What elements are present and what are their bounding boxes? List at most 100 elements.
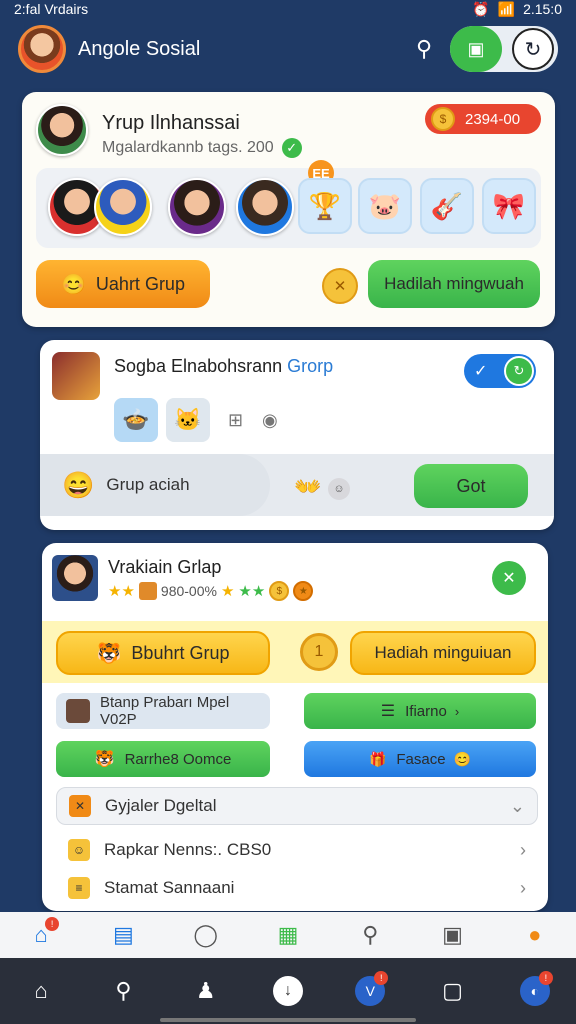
group-avatar[interactable]	[36, 104, 88, 156]
join-group-button[interactable]: 😊 Uahrt Grup	[36, 260, 210, 308]
village-card: Vrakiain Grlap ★★ 980-00% ★ ★★ $ ★ ✕ 🐯 B…	[42, 543, 548, 911]
chest-title: Sogba Elnabohsrann Grorp	[114, 356, 333, 377]
reward-coin-icon: 1	[300, 633, 338, 671]
group-avatar-wrap	[36, 104, 88, 156]
star-icon: ★★	[108, 583, 135, 600]
chest-toggle[interactable]: ✓ ↻	[464, 354, 536, 388]
nav-app[interactable]: V !	[350, 971, 390, 1011]
village-avatar[interactable]	[52, 555, 98, 601]
weekly-reward-label-2: Hadiah minguiuan	[374, 643, 512, 662]
event-row[interactable]: Btanp Prabarı Mpel V02P	[56, 693, 270, 729]
share-icon[interactable]: ✕	[492, 561, 526, 595]
trophy-icon[interactable]: 🏆	[298, 178, 352, 234]
piggy-bank-icon[interactable]: 🐷	[358, 178, 412, 234]
document-icon: ▤	[113, 922, 134, 947]
status-left: 2:fal Vrdairs	[14, 1, 89, 17]
cat-icon[interactable]: 🐱	[166, 398, 210, 442]
member-strip: EE 🏆 🐷 🎸 🎀	[36, 160, 541, 248]
chest-title-accent: Grorp	[287, 356, 334, 376]
notification-badge: !	[538, 971, 553, 985]
nav-home[interactable]: ⌂	[21, 971, 61, 1011]
chest-title-main: Sogba Elnabohsrann	[114, 356, 283, 376]
notification-badge: !	[45, 917, 60, 931]
tab-chat[interactable]: ◯	[186, 917, 226, 953]
verified-icon: ✓	[281, 138, 302, 158]
join-village-button[interactable]: 🐯 Bbuhrt Grup	[56, 631, 270, 675]
smile-icon: 😊	[61, 273, 86, 296]
square-icon: ▢	[442, 978, 463, 1003]
apps-icon: ▦	[277, 922, 299, 947]
wifi-icon: 📶	[497, 0, 516, 17]
mode-toggle[interactable]: ▣ ↻	[450, 26, 558, 72]
tab-media[interactable]: ▣	[433, 917, 473, 953]
tab-profile[interactable]: ●	[515, 917, 555, 953]
star-green-icon: ★★	[238, 583, 266, 600]
refresh-icon: ↻	[512, 28, 554, 70]
challenge-button[interactable]: 🐯 Rarrhe8 Oomce	[56, 741, 270, 777]
chest-icon	[52, 352, 100, 400]
chat-icon: ◯	[193, 922, 219, 947]
badge-icon	[138, 582, 157, 600]
pot-icon[interactable]: 🍲	[114, 398, 158, 442]
home-icon: ⌂	[34, 978, 48, 1003]
nav-square[interactable]: ▢	[433, 971, 473, 1011]
tiger-icon: 🐯	[94, 751, 115, 768]
member-avatar[interactable]	[236, 178, 294, 236]
person-icon: ♟	[195, 978, 216, 1003]
nav-search[interactable]: ⚲	[103, 971, 143, 1011]
tab-apps[interactable]: ▦	[268, 917, 308, 953]
group-action-pill[interactable]: 😄 Grup aciah	[40, 454, 270, 516]
profile-avatar[interactable]	[18, 25, 66, 73]
list-row[interactable]: ≡ Stamat Sannaani ›	[56, 869, 538, 907]
list-row[interactable]: ☺ Rapkar Nenns:. CBS0 ›	[56, 831, 538, 869]
smiley-icon: 😊	[453, 750, 472, 767]
arrow-right-icon: ›	[454, 703, 460, 719]
event-row-label: Btanp Prabarı Mpel V02P	[99, 694, 230, 728]
list-icon: ≡	[68, 877, 90, 899]
go-button[interactable]: Got	[414, 464, 528, 508]
calculator-icon[interactable]: ⊞	[228, 410, 243, 431]
app-title: Angole Sosial	[78, 37, 201, 60]
group-title: Yrup Ilnhanssai	[102, 112, 240, 134]
search-icon[interactable]: ⚲	[406, 36, 442, 62]
coin-value: 2394-00	[465, 110, 521, 128]
member-avatar[interactable]	[168, 178, 226, 236]
challenge-button-label: Rarrhe8 Oomce	[124, 750, 232, 768]
info-button[interactable]: ☰ Ifiarno ›	[304, 693, 536, 729]
smiley-icon: ☺	[328, 478, 350, 500]
ribbon-icon[interactable]: 🎀	[482, 178, 536, 234]
guitar-icon[interactable]: 🎸	[420, 178, 474, 234]
member-avatar[interactable]	[94, 178, 152, 236]
home-indicator[interactable]	[160, 1018, 416, 1022]
nav-person[interactable]: ♟	[186, 971, 226, 1011]
group-subtitle: Mgalardkannb tags. 200	[102, 139, 274, 156]
tab-search[interactable]: ⚲	[350, 917, 390, 953]
search-icon: ⚲	[362, 922, 379, 947]
coin-balance-pill[interactable]: $ 2394-00	[425, 104, 541, 134]
rating-row: ★★ 980-00% ★ ★★ $ ★	[108, 581, 314, 601]
coin-icon: $	[431, 107, 455, 131]
portrait-icon	[66, 699, 90, 723]
trophy-icon: ☺	[68, 839, 90, 861]
list-row-dropdown[interactable]: ✕ Gyjaler Dgeltal ⌄	[56, 787, 538, 825]
weekly-reward-button[interactable]: Hadilah mingwuah	[368, 260, 540, 308]
tool-icon: ✕	[69, 795, 91, 817]
nav-world[interactable]: ◐ !	[515, 971, 555, 1011]
nav-download[interactable]: ↓	[268, 971, 308, 1011]
coin-icon: $	[269, 581, 290, 601]
face-button[interactable]: 🎁 Fasace 😊	[304, 741, 536, 777]
alarm-icon: ⏰	[472, 0, 490, 17]
medal-icon: ★	[293, 581, 314, 601]
system-nav-bar: ⌂ ⚲ ♟ ↓ V ! ▢ ◐ !	[0, 958, 576, 1024]
weekly-reward-button-2[interactable]: Hadiah minguiuan	[350, 631, 536, 675]
tab-feed[interactable]: ▤	[103, 917, 143, 953]
status-right-group: ⏰ 📶 2.15:0	[472, 1, 562, 18]
tab-home[interactable]: ⌂ !	[21, 917, 61, 953]
download-icon: ↓	[272, 976, 303, 1006]
chevron-down-icon: ⌄	[509, 795, 525, 816]
cat-face-icon: 🐯	[96, 642, 122, 665]
grid-icon: ▣	[450, 26, 502, 72]
hands-icon: 👐	[294, 474, 322, 499]
info-icon[interactable]: ◉	[262, 410, 278, 431]
camera-icon: ▣	[442, 922, 463, 947]
